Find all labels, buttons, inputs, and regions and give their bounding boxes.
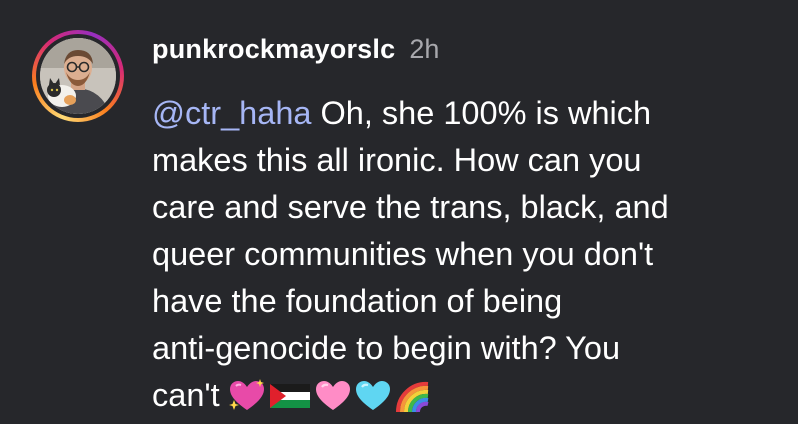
username-link[interactable]: punkrockmayorslc bbox=[152, 34, 395, 65]
rainbow-icon bbox=[395, 381, 429, 413]
comment-text: @ctr_haha Oh, she 100% is which makes th… bbox=[152, 90, 782, 419]
avatar[interactable] bbox=[40, 38, 116, 114]
palestine-flag-icon bbox=[269, 384, 310, 408]
light-blue-heart-icon bbox=[355, 381, 390, 410]
sparkling-heart-icon bbox=[228, 379, 264, 410]
comment-line-text: can't bbox=[152, 377, 220, 413]
comment-line: care and serve the trans, black, and bbox=[152, 189, 669, 225]
profile-photo bbox=[40, 38, 116, 114]
story-ring[interactable] bbox=[32, 30, 124, 122]
comment-line: can't bbox=[152, 372, 782, 419]
comment-line: queer communities when you don't bbox=[152, 236, 654, 272]
comment-line-text: Oh, she 100% is which bbox=[311, 95, 652, 131]
pink-heart-icon bbox=[315, 381, 350, 410]
timestamp: 2h bbox=[409, 34, 440, 64]
comment-line: makes this all ironic. How can you bbox=[152, 142, 642, 178]
comment-line: anti-genocide to begin with? You bbox=[152, 330, 621, 366]
comment-header: punkrockmayorslc 2h bbox=[152, 34, 439, 70]
mention-link[interactable]: @ctr_haha bbox=[152, 95, 311, 131]
comment-line: have the foundation of being bbox=[152, 283, 563, 319]
comment-line: @ctr_haha Oh, she 100% is which bbox=[152, 90, 782, 137]
emoji-row bbox=[228, 378, 432, 414]
comment: punkrockmayorslc 2h @ctr_haha Oh, she 10… bbox=[0, 0, 798, 424]
